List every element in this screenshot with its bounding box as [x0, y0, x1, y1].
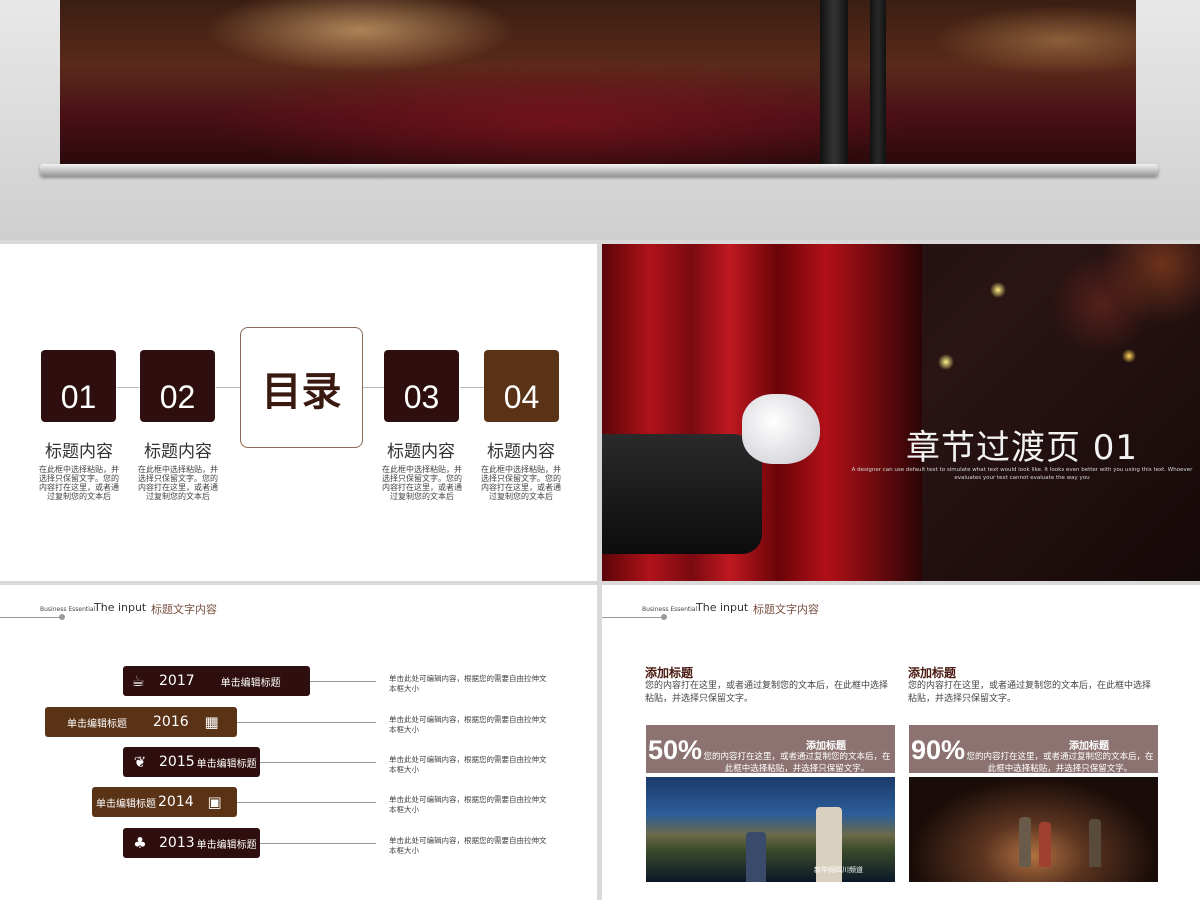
stat-percent: 50%	[648, 735, 703, 765]
block-text: 您的内容打在这里，或者通过复制您的文本后，在此框中选择粘贴，并选择只保留文字。	[645, 681, 889, 704]
agenda-center-title: 目录	[240, 327, 363, 448]
arrow-line	[216, 387, 240, 388]
timeline-label: 单击编辑标题	[96, 798, 156, 810]
stat-text: 您的内容打在这里，或者通过复制您的文本后，在此框中选择粘贴，并选择只保留文字。	[703, 752, 891, 774]
block-title: 添加标题	[645, 666, 694, 680]
agenda-number: 02	[159, 379, 196, 415]
agenda-center-label: 目录	[261, 368, 342, 415]
agenda-desc: 在此框中选择粘贴，并选择只保留文字。您的内容打在这里，或者通过复制您的文本后	[138, 465, 218, 501]
stat-bar-50: 50% 添加标题 您的内容打在这里，或者通过复制您的文本后，在此框中选择粘贴，并…	[646, 725, 895, 774]
coffee-icon: ☕	[131, 672, 145, 690]
calendar-icon: ▦	[204, 713, 219, 731]
timeline-desc: 单击此处可编辑内容，根据您的需要自由拉伸文本框大小	[389, 836, 547, 855]
apple-books-icon: ♣	[133, 834, 147, 852]
timeline-label: 单击编辑标题	[196, 758, 257, 770]
agenda-desc: 在此框中选择粘贴，并选择只保留文字。您的内容打在这里，或者通过复制您的文本后	[481, 465, 561, 501]
agenda-title: 标题内容	[144, 442, 212, 462]
arrow-line	[362, 387, 384, 388]
chapter-title: 章节过渡页 01	[905, 428, 1139, 468]
arrow-line	[117, 387, 139, 388]
timeline-item-2013[interactable]: ♣ 2013 单击编辑标题	[123, 828, 260, 858]
agenda-title: 标题内容	[387, 442, 455, 462]
header-english: The input	[94, 601, 147, 614]
timeline-connector	[260, 843, 376, 844]
agenda-desc: 在此框中选择粘贴，并选择只保留文字。您的内容打在这里，或者通过复制您的文本后	[382, 465, 462, 501]
performer-figure	[746, 832, 766, 882]
timeline-year: 2017	[159, 673, 195, 689]
timeline-desc: 单击此处可编辑内容，根据您的需要自由拉伸文本框大小	[389, 755, 547, 774]
timeline-item-2017[interactable]: ☕ 2017 单击编辑标题	[123, 666, 310, 696]
timeline-label: 单击编辑标题	[220, 677, 281, 689]
timeline-year: 2013	[159, 835, 195, 851]
timeline-desc: 单击此处可编辑内容，根据您的需要自由拉伸文本框大小	[389, 715, 547, 734]
agenda-box-02[interactable]: 02	[140, 350, 215, 422]
performer-figure	[1039, 822, 1051, 867]
header-dot	[661, 614, 667, 620]
photo-watermark: 新华网四川频道	[814, 866, 863, 874]
timeline-label: 单击编辑标题	[67, 718, 127, 730]
chapter-slide[interactable]: 章节过渡页 01 A designer can use default text…	[602, 244, 1200, 581]
agenda-title: 标题内容	[487, 442, 555, 462]
agenda-number: 03	[403, 379, 440, 415]
timeline-connector	[260, 762, 376, 763]
agenda-number: 01	[60, 379, 97, 415]
timeline-item-2016[interactable]: 单击编辑标题 2016 ▦	[45, 707, 237, 737]
header-dot	[59, 614, 65, 620]
timeline-connector	[237, 802, 376, 803]
agenda-box-01[interactable]: 01	[41, 350, 116, 422]
white-glove	[742, 394, 820, 464]
agenda-box-04[interactable]: 04	[484, 350, 559, 422]
block-title: 添加标题	[908, 666, 957, 680]
header-chinese: 标题文字内容	[151, 603, 217, 616]
header-small: Business Essential	[642, 606, 698, 613]
header-english: The input	[696, 601, 749, 614]
stat-percent: 90%	[911, 735, 966, 765]
stage-photo-mountain: 新华网四川频道	[646, 777, 895, 882]
timeline-desc: 单击此处可编辑内容，根据您的需要自由拉伸文本框大小	[389, 674, 547, 693]
timeline-year: 2016	[153, 714, 189, 730]
hero-rail	[40, 164, 1158, 176]
timeline-slide[interactable]: Business Essential The input 标题文字内容 ☕ 20…	[0, 585, 597, 900]
timeline-connector	[310, 681, 376, 682]
stat-title: 添加标题	[806, 741, 846, 752]
agenda-desc: 在此框中选择粘贴，并选择只保留文字。您的内容打在这里，或者通过复制您的文本后	[39, 465, 119, 501]
timeline-item-2015[interactable]: ❦ 2015 单击编辑标题	[123, 747, 260, 777]
stat-title: 添加标题	[1069, 741, 1109, 752]
agenda-number: 04	[503, 379, 540, 415]
timeline-desc: 单击此处可编辑内容，根据您的需要自由拉伸文本框大小	[389, 795, 547, 814]
leaf-icon: ❦	[133, 753, 147, 771]
timeline-label: 单击编辑标题	[196, 839, 257, 851]
microphone-stand	[820, 0, 848, 164]
header-chinese: 标题文字内容	[753, 603, 819, 616]
performer-figure	[1019, 817, 1031, 867]
stat-bar-90: 90% 添加标题 您的内容打在这里，或者通过复制您的文本后，在此框中选择粘贴，并…	[909, 725, 1158, 774]
header-line	[602, 617, 664, 618]
stats-slide[interactable]: Business Essential The input 标题文字内容 添加标题…	[602, 585, 1200, 900]
arrow-line	[460, 387, 484, 388]
timeline-connector	[237, 722, 376, 723]
performer-figure	[1089, 819, 1101, 867]
stat-text: 您的内容打在这里，或者通过复制您的文本后，在此框中选择粘贴，并选择只保留文字。	[966, 752, 1154, 774]
header-small: Business Essential	[40, 606, 96, 613]
hero-theater-image	[60, 0, 1136, 164]
suit-arm	[602, 434, 762, 554]
agenda-slide[interactable]: 01 02 目录 03 04 标题内容 标题内容 标题内容 标题内容 在此框中选…	[0, 244, 597, 581]
agenda-title: 标题内容	[45, 442, 113, 462]
agenda-box-03[interactable]: 03	[384, 350, 459, 422]
timeline-year: 2014	[158, 794, 194, 810]
timeline-year: 2015	[159, 754, 195, 770]
microphone-stand-2	[870, 0, 886, 164]
stage-photo-room	[909, 777, 1158, 882]
timeline-item-2014[interactable]: 单击编辑标题 2014 ▣	[92, 787, 237, 817]
header-line	[0, 617, 62, 618]
chapter-subtitle: A designer can use default text to simul…	[851, 467, 1193, 481]
block-text: 您的内容打在这里，或者通过复制您的文本后，在此框中选择粘贴，并选择只保留文字。	[908, 681, 1152, 704]
briefcase-icon: ▣	[207, 793, 222, 811]
